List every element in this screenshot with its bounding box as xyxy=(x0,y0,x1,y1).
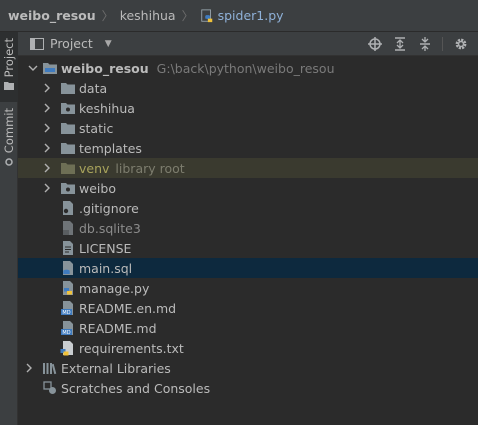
tree-file-gitignore[interactable]: .gitignore xyxy=(18,198,478,218)
expand-all-button[interactable] xyxy=(391,35,409,53)
chevron-right-icon xyxy=(44,163,50,173)
tree-file-label: manage.py xyxy=(79,281,150,296)
tree-folder-data[interactable]: data xyxy=(18,78,478,98)
chevron-right-icon xyxy=(44,123,50,133)
gear-icon xyxy=(455,38,467,50)
collapse-all-icon xyxy=(420,37,430,51)
svg-text:MD: MD xyxy=(62,310,70,316)
breadcrumb-folder[interactable]: keshihua xyxy=(120,8,176,23)
project-window-icon xyxy=(30,37,44,50)
folder-icon xyxy=(61,143,75,154)
project-tool-tab-label: Project xyxy=(2,38,16,78)
tree-folder-keshihua[interactable]: keshihua xyxy=(18,98,478,118)
chevron-right-icon xyxy=(44,183,50,193)
tree-file-readme-en[interactable]: MD README.en.md xyxy=(18,298,478,318)
breadcrumb-project-label: weibo_resou xyxy=(8,8,96,23)
breadcrumb-folder-label: keshihua xyxy=(119,8,176,23)
project-tool-tab[interactable]: Project xyxy=(0,32,18,102)
tree-folder-label: venv library root xyxy=(79,161,185,176)
crosshair-icon xyxy=(368,37,382,51)
tree-external-libraries-label: External Libraries xyxy=(61,361,171,376)
markdown-file-icon: MD xyxy=(61,321,73,336)
tree-external-libraries[interactable]: External Libraries xyxy=(18,358,478,378)
tree-file-readme[interactable]: MD README.md xyxy=(18,318,478,338)
project-view-selector[interactable]: Project ▼ xyxy=(18,36,112,51)
settings-button[interactable] xyxy=(452,35,470,53)
breadcrumb-file[interactable]: spider1.py xyxy=(200,8,284,23)
tree-file-label: .gitignore xyxy=(79,201,139,216)
tree-file-main-sql[interactable]: main.sql xyxy=(18,258,478,278)
tree-file-label: LICENSE xyxy=(79,241,132,256)
breadcrumb-file-label: spider1.py xyxy=(217,8,284,23)
package-folder-icon xyxy=(61,103,75,114)
database-file-icon xyxy=(63,221,73,235)
collapse-all-button[interactable] xyxy=(416,35,434,53)
library-icon xyxy=(43,363,57,375)
commit-tool-tab-label: Commit xyxy=(2,108,16,154)
expand-all-icon xyxy=(395,37,405,51)
toolbar-divider xyxy=(442,37,443,51)
folder-icon xyxy=(61,83,75,94)
tree-root-row[interactable]: weibo_resou G:\back\python\weibo_resou xyxy=(18,58,478,78)
chevron-right-icon xyxy=(44,103,50,113)
tree-scratches-consoles[interactable]: Scratches and Consoles xyxy=(18,378,478,398)
tree-root-label: weibo_resou G:\back\python\weibo_resou xyxy=(61,61,335,76)
tree-folder-label: static xyxy=(79,121,114,136)
tree-file-label: requirements.txt xyxy=(79,341,184,356)
package-folder-icon xyxy=(61,183,75,194)
tree-file-label: main.sql xyxy=(79,261,133,276)
chevron-down-icon: ▼ xyxy=(104,38,112,49)
tree-folder-templates[interactable]: templates xyxy=(18,138,478,158)
tree-file-db-sqlite3[interactable]: db.sqlite3 xyxy=(18,218,478,238)
breadcrumb-separator-icon: 〉 xyxy=(101,9,114,23)
chevron-right-icon xyxy=(44,83,50,93)
folder-icon xyxy=(61,123,75,134)
folder-icon xyxy=(4,82,14,91)
project-panel-header: Project ▼ xyxy=(18,32,478,56)
left-tool-strip: Project Commit xyxy=(0,32,18,425)
scratches-icon xyxy=(43,381,56,394)
tree-file-label: README.md xyxy=(79,321,157,336)
requirements-file-icon xyxy=(60,341,73,356)
tree-file-label: README.en.md xyxy=(79,301,177,316)
commit-icon xyxy=(5,158,13,166)
breadcrumb-separator-icon: 〉 xyxy=(181,9,194,23)
tree-folder-label: templates xyxy=(79,141,142,156)
panel-title: Project xyxy=(50,36,93,51)
tree-file-license[interactable]: LICENSE xyxy=(18,238,478,258)
chevron-right-icon xyxy=(26,363,32,373)
sql-file-icon xyxy=(63,261,73,275)
tree-folder-weibo[interactable]: weibo xyxy=(18,178,478,198)
excluded-folder-icon xyxy=(61,163,75,174)
text-file-icon xyxy=(63,241,73,255)
project-tree: weibo_resou G:\back\python\weibo_resou da… xyxy=(18,56,478,425)
navigation-breadcrumb: weibo_resou 〉 keshihua 〉 spider1.py xyxy=(0,0,478,32)
tree-folder-label: keshihua xyxy=(79,101,135,116)
python-file-icon xyxy=(63,281,73,295)
gitignore-file-icon xyxy=(63,201,73,215)
commit-tool-tab[interactable]: Commit xyxy=(0,108,18,172)
tree-folder-label: data xyxy=(79,81,108,96)
locate-file-button[interactable] xyxy=(366,35,384,53)
chevron-down-icon xyxy=(28,65,38,71)
tree-folder-venv[interactable]: venv library root xyxy=(18,158,478,178)
chevron-right-icon xyxy=(44,143,50,153)
project-folder-icon xyxy=(43,63,57,74)
tree-scratches-label: Scratches and Consoles xyxy=(61,381,211,396)
tree-root-path: G:\back\python\weibo_resou xyxy=(156,61,335,76)
python-file-icon xyxy=(200,8,212,22)
tree-file-label: db.sqlite3 xyxy=(79,221,141,236)
tree-folder-static[interactable]: static xyxy=(18,118,478,138)
tree-file-requirements[interactable]: requirements.txt xyxy=(18,338,478,358)
tree-folder-label: weibo xyxy=(79,181,116,196)
library-root-hint: library root xyxy=(115,161,185,176)
svg-text:MD: MD xyxy=(62,330,70,336)
markdown-file-icon: MD xyxy=(61,301,73,316)
breadcrumb-project[interactable]: weibo_resou xyxy=(8,8,96,23)
tree-file-manage-py[interactable]: manage.py xyxy=(18,278,478,298)
